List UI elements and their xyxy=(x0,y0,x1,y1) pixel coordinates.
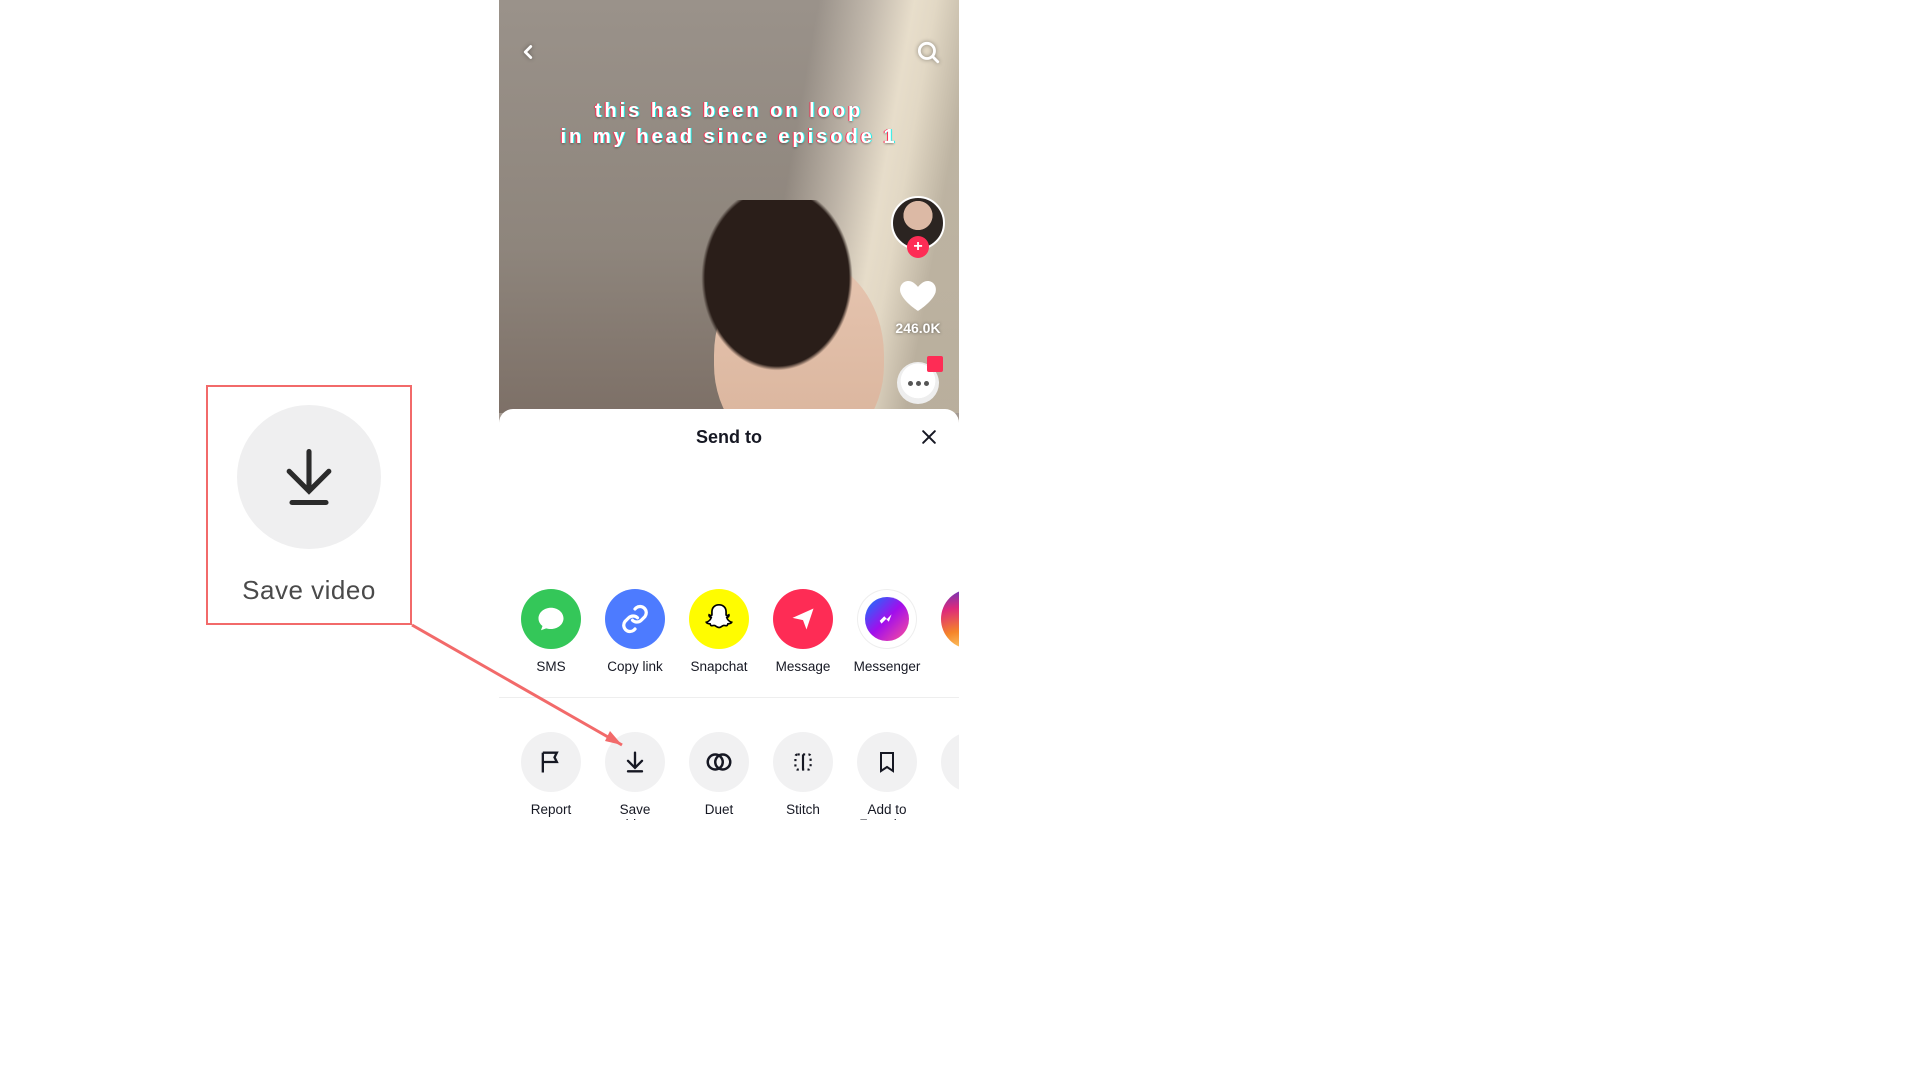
snapchat-icon xyxy=(689,589,749,649)
messenger-icon xyxy=(857,589,917,649)
action-live[interactable]: Live xyxy=(941,732,959,818)
action-add-favorites[interactable]: Add to Favorites xyxy=(857,732,917,820)
share-sheet-header: Send to xyxy=(499,409,959,465)
live-icon xyxy=(941,732,959,792)
share-apps-row: SMS Copy link Snapchat Message xyxy=(499,589,959,698)
back-icon[interactable] xyxy=(517,41,539,68)
like-button[interactable]: 246.0K xyxy=(895,276,940,336)
sms-icon xyxy=(521,589,581,649)
video-caption: this has been on loop in my head since e… xyxy=(499,98,959,150)
share-instagram[interactable]: Ins xyxy=(941,589,959,675)
stitch-icon xyxy=(773,732,833,792)
download-icon xyxy=(605,732,665,792)
save-video-callout: Save video xyxy=(206,385,412,625)
flag-icon xyxy=(521,732,581,792)
right-rail: + 246.0K xyxy=(891,196,945,404)
gift-badge-icon xyxy=(927,356,943,372)
caption-line-2: in my head since episode 1 xyxy=(499,124,959,150)
follow-plus-icon[interactable]: + xyxy=(907,236,929,258)
bookmark-icon xyxy=(857,732,917,792)
instagram-icon xyxy=(941,589,959,649)
phone-frame: this has been on loop in my head since e… xyxy=(499,0,959,820)
action-duet-label: Duet xyxy=(705,802,734,818)
comment-button[interactable] xyxy=(897,362,939,404)
share-message[interactable]: Message xyxy=(773,589,833,675)
creator-avatar[interactable]: + xyxy=(891,196,945,250)
action-stitch-label: Stitch xyxy=(786,802,820,818)
action-report-label: Report xyxy=(531,802,572,818)
share-snapchat[interactable]: Snapchat xyxy=(689,589,749,675)
top-bar xyxy=(499,34,959,74)
action-report[interactable]: Report xyxy=(521,732,581,818)
share-sms[interactable]: SMS xyxy=(521,589,581,675)
share-message-label: Message xyxy=(776,659,831,675)
share-snapchat-label: Snapchat xyxy=(690,659,747,675)
share-copy-link[interactable]: Copy link xyxy=(605,589,665,675)
link-icon xyxy=(605,589,665,649)
share-messenger-label: Messenger xyxy=(854,659,921,675)
duet-icon xyxy=(689,732,749,792)
action-save-video-label: Save video xyxy=(605,802,665,820)
comment-icon xyxy=(897,362,939,404)
share-sheet: Send to SMS Copy link xyxy=(499,409,959,820)
action-save-video[interactable]: Save video xyxy=(605,732,665,820)
action-add-favorites-label: Add to Favorites xyxy=(857,802,917,820)
search-icon[interactable] xyxy=(915,39,941,70)
caption-line-1: this has been on loop xyxy=(499,98,959,124)
message-icon xyxy=(773,589,833,649)
share-copy-link-label: Copy link xyxy=(607,659,663,675)
like-count: 246.0K xyxy=(895,320,940,336)
share-messenger[interactable]: Messenger xyxy=(857,589,917,675)
share-sheet-title: Send to xyxy=(696,427,762,448)
callout-label: Save video xyxy=(242,575,376,606)
share-actions-row: Report Save video Duet Stitch xyxy=(499,732,959,820)
share-sms-label: SMS xyxy=(536,659,565,675)
action-stitch[interactable]: Stitch xyxy=(773,732,833,818)
download-icon xyxy=(237,405,381,549)
action-duet[interactable]: Duet xyxy=(689,732,749,818)
close-icon[interactable] xyxy=(915,423,943,451)
